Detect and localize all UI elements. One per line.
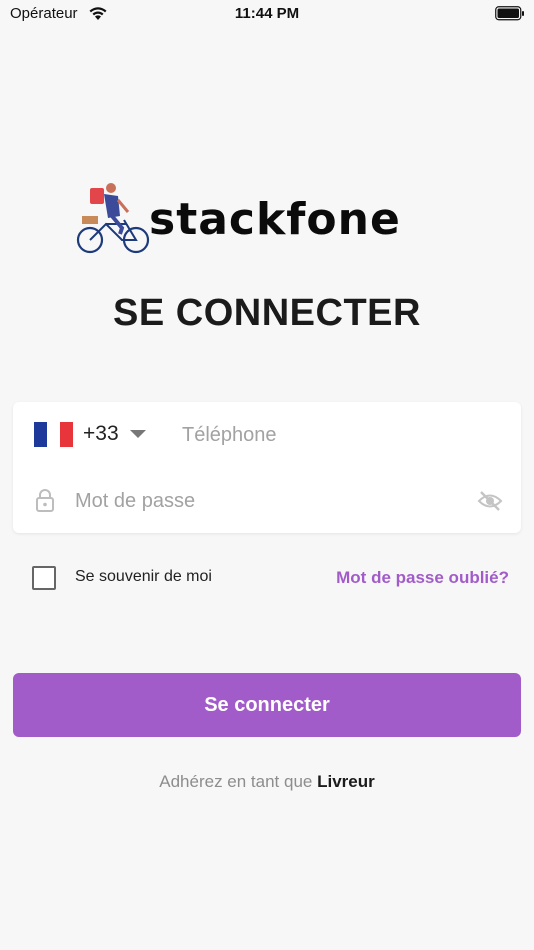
join-as-courier: Adhérez en tant que Livreur (0, 772, 534, 792)
phone-input[interactable] (180, 416, 504, 454)
delivery-cyclist-icon (76, 183, 150, 254)
france-flag-icon[interactable] (34, 422, 73, 447)
status-time: 11:44 PM (234, 5, 300, 22)
remember-me-label: Se souvenir de moi (75, 568, 212, 585)
battery-icon (495, 6, 524, 21)
join-courier-link[interactable]: Livreur (317, 772, 375, 791)
app-logo: stackfone (76, 182, 456, 258)
page-title: SE CONNECTER (113, 292, 421, 334)
remember-me-checkbox[interactable] (32, 566, 56, 590)
chevron-down-icon[interactable] (130, 430, 146, 438)
login-button[interactable]: Se connecter (13, 673, 521, 737)
status-bar: Opérateur 11:44 PM (0, 0, 534, 30)
login-form: +33 (13, 402, 521, 533)
join-prefix: Adhérez en tant que (159, 772, 313, 791)
password-input[interactable] (73, 482, 457, 520)
forgot-password-link[interactable]: Mot de passe oublié? (336, 568, 509, 588)
country-dial-code[interactable]: +33 (83, 422, 119, 446)
lock-icon (36, 489, 54, 512)
eye-off-icon[interactable] (477, 490, 503, 512)
logo-wordmark: stackfone (149, 194, 401, 245)
